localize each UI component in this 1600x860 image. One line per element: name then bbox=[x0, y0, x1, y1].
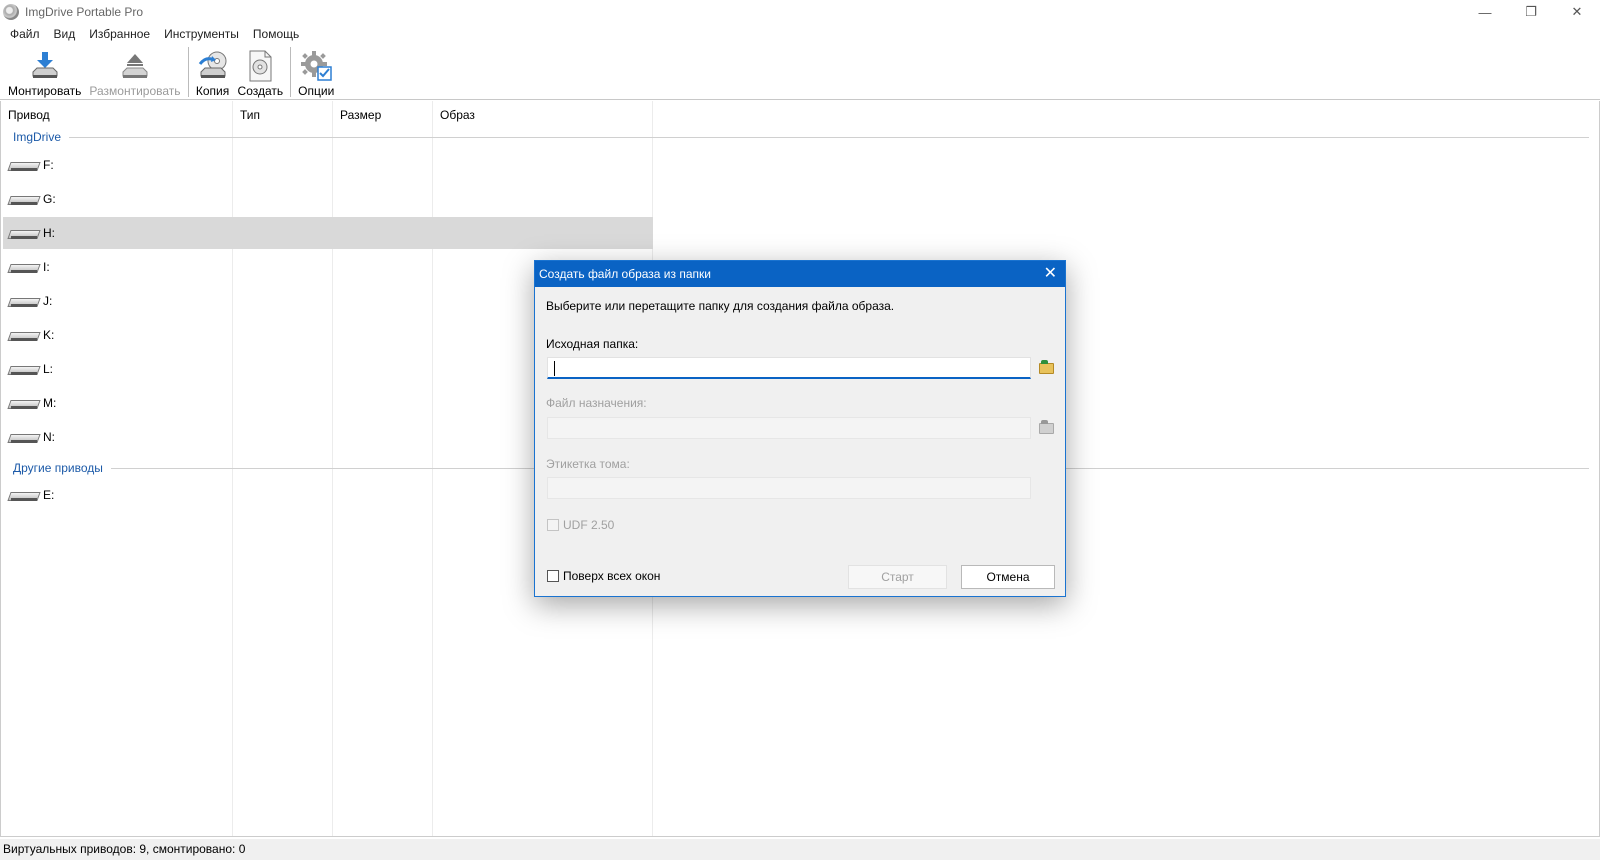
column-header-image[interactable]: Образ bbox=[433, 101, 653, 131]
group-divider bbox=[69, 137, 1589, 138]
drive-row-h[interactable]: H: bbox=[3, 217, 653, 249]
menu-help[interactable]: Помощь bbox=[246, 27, 306, 41]
drive-letter: M: bbox=[43, 396, 57, 410]
drive-letter: I: bbox=[43, 260, 50, 274]
drive-icon bbox=[9, 362, 39, 376]
drive-icon bbox=[9, 260, 39, 274]
create-button[interactable]: Создать bbox=[234, 44, 288, 98]
drive-letter: H: bbox=[43, 226, 55, 240]
drive-icon bbox=[9, 294, 39, 308]
drive-icon bbox=[9, 430, 39, 444]
status-bar: Виртуальных приводов: 9, смонтировано: 0 bbox=[0, 839, 1600, 860]
drive-icon bbox=[9, 396, 39, 410]
restore-button[interactable]: ❐ bbox=[1508, 0, 1554, 24]
copy-button[interactable]: Копия bbox=[192, 44, 234, 98]
volume-label-input[interactable] bbox=[547, 477, 1031, 499]
drive-letter: K: bbox=[43, 328, 55, 342]
title-bar: ImgDrive Portable Pro — ❐ ✕ bbox=[0, 0, 1600, 24]
dialog-body: Выберите или перетащите папку для создан… bbox=[535, 287, 1065, 596]
browse-destination-button[interactable] bbox=[1034, 417, 1058, 439]
udf-label: UDF 2.50 bbox=[563, 518, 615, 532]
column-header-size[interactable]: Размер bbox=[333, 101, 433, 131]
minimize-button[interactable]: — bbox=[1462, 0, 1508, 24]
unmount-button[interactable]: Размонтировать bbox=[85, 44, 184, 98]
drive-letter: L: bbox=[43, 362, 54, 376]
window-title: ImgDrive Portable Pro bbox=[25, 5, 144, 19]
folder-icon bbox=[1038, 359, 1054, 374]
mount-icon bbox=[32, 52, 58, 78]
window-controls: — ❐ ✕ bbox=[1462, 0, 1600, 24]
start-button[interactable]: Старт bbox=[848, 565, 947, 589]
dialog-title-bar: Создать файл образа из папки ✕ bbox=[535, 261, 1065, 287]
dialog-title: Создать файл образа из папки bbox=[539, 267, 711, 281]
unmount-label: Размонтировать bbox=[89, 84, 181, 98]
eject-icon bbox=[122, 54, 148, 78]
browse-source-button[interactable] bbox=[1034, 357, 1058, 379]
close-button[interactable]: ✕ bbox=[1554, 0, 1600, 24]
drive-letter: E: bbox=[43, 488, 55, 502]
create-image-icon bbox=[249, 50, 272, 82]
drive-letter: J: bbox=[43, 294, 53, 308]
column-header-type[interactable]: Тип bbox=[233, 101, 333, 131]
menu-view[interactable]: Вид bbox=[47, 27, 83, 41]
toolbar-separator bbox=[187, 47, 189, 97]
folder-icon bbox=[1038, 419, 1054, 434]
toolbar: Монтировать Размонтировать Копия Создать… bbox=[0, 44, 1600, 100]
source-folder-input[interactable] bbox=[547, 357, 1031, 379]
text-caret bbox=[554, 361, 555, 376]
destination-file-label: Файл назначения: bbox=[546, 396, 647, 410]
drive-row-f[interactable]: F: bbox=[3, 149, 653, 181]
gear-icon bbox=[301, 51, 332, 81]
drive-icon bbox=[9, 488, 39, 502]
column-header-drive[interactable]: Привод bbox=[1, 101, 233, 131]
menu-bar: Файл Вид Избранное Инструменты Помощь bbox=[0, 24, 306, 44]
udf-checkbox[interactable] bbox=[547, 519, 559, 531]
dialog-instruction: Выберите или перетащите папку для создан… bbox=[546, 299, 895, 313]
drive-letter: N: bbox=[43, 430, 55, 444]
menu-favorites[interactable]: Избранное bbox=[82, 27, 157, 41]
copy-disc-icon bbox=[198, 51, 227, 78]
dialog-close-icon[interactable]: ✕ bbox=[1044, 264, 1057, 284]
menu-tools[interactable]: Инструменты bbox=[157, 27, 246, 41]
drive-icon bbox=[9, 192, 39, 206]
drive-icon bbox=[9, 158, 39, 172]
drive-row-g[interactable]: G: bbox=[3, 183, 653, 215]
group-header-imgdrive[interactable]: ImgDrive bbox=[13, 130, 61, 144]
create-image-dialog: Создать файл образа из папки ✕ Выберите … bbox=[534, 260, 1066, 597]
toolbar-separator bbox=[290, 47, 292, 97]
cancel-button[interactable]: Отмена bbox=[961, 565, 1055, 589]
options-button[interactable]: Опции bbox=[294, 44, 338, 98]
drive-letter: G: bbox=[43, 192, 56, 206]
always-on-top-checkbox[interactable] bbox=[547, 570, 559, 582]
copy-label: Копия bbox=[195, 84, 230, 98]
always-on-top-label: Поверх всех окон bbox=[563, 569, 661, 583]
drive-letter: F: bbox=[43, 158, 54, 172]
options-label: Опции bbox=[298, 84, 335, 98]
volume-label-label: Этикетка тома: bbox=[546, 457, 630, 471]
mount-label: Монтировать bbox=[8, 84, 82, 98]
group-header-other-drives[interactable]: Другие приводы bbox=[13, 461, 103, 475]
source-folder-label: Исходная папка: bbox=[546, 337, 639, 351]
menu-file[interactable]: Файл bbox=[3, 27, 47, 41]
destination-file-input[interactable] bbox=[547, 417, 1031, 439]
mount-button[interactable]: Монтировать bbox=[4, 44, 85, 98]
drive-icon bbox=[9, 226, 39, 240]
drive-icon bbox=[9, 328, 39, 342]
create-label: Создать bbox=[237, 84, 284, 98]
app-icon bbox=[3, 4, 19, 20]
